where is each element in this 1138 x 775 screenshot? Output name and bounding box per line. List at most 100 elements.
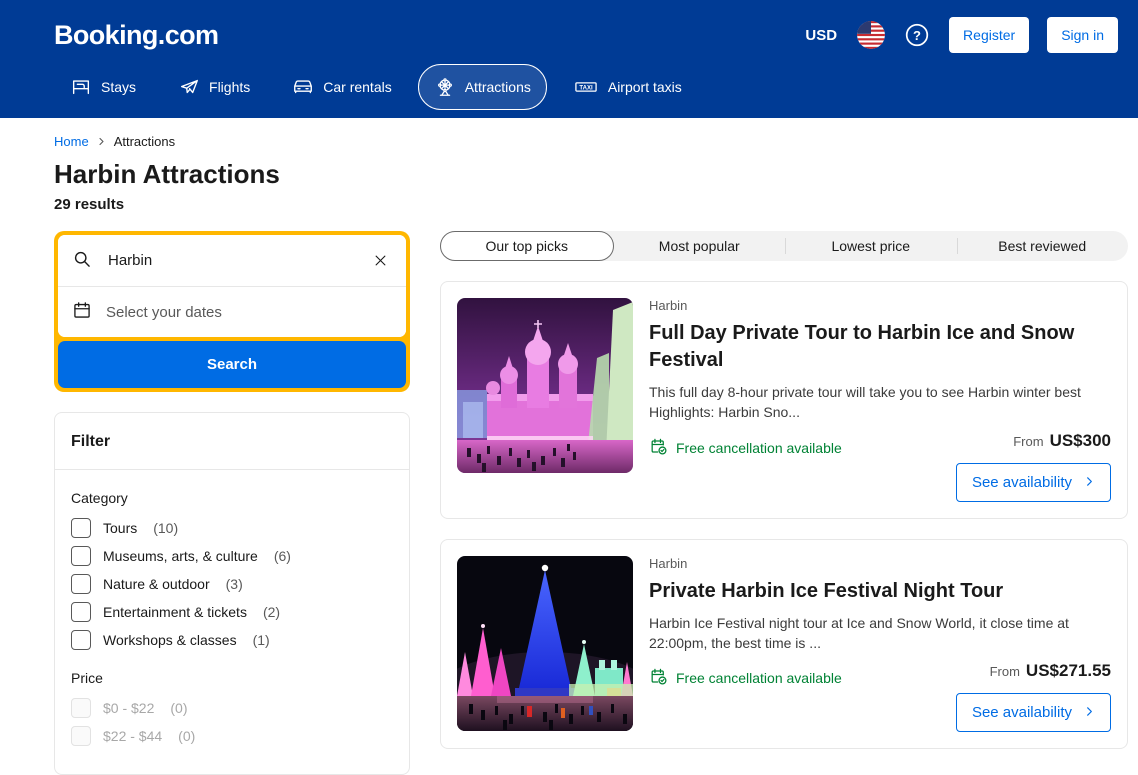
search-button[interactable]: Search	[58, 341, 406, 388]
checkbox[interactable]	[71, 518, 91, 538]
filter-option-label: Museums, arts, & culture	[103, 548, 258, 564]
language-flag-us-icon[interactable]	[857, 21, 885, 49]
card-description: Harbin Ice Festival night tour at Ice an…	[649, 613, 1111, 654]
nav-airport-taxis[interactable]: TAXI Airport taxis	[557, 64, 698, 110]
card-title-link[interactable]: Full Day Private Tour to Harbin Ice and …	[649, 320, 1111, 374]
price-from-label: From	[1013, 434, 1043, 449]
result-card: Harbin Full Day Private Tour to Harbin I…	[440, 281, 1128, 519]
checkbox[interactable]	[71, 574, 91, 594]
filter-option-count: (2)	[263, 604, 280, 620]
filter-option-price-0-22: $0 - $22 (0)	[71, 698, 393, 718]
chevron-right-icon	[1084, 474, 1095, 491]
bed-icon	[70, 76, 92, 98]
free-cancellation-badge: Free cancellation available	[649, 667, 842, 689]
checkbox	[71, 698, 91, 718]
see-availability-button[interactable]: See availability	[956, 693, 1111, 732]
filter-option-label: Entertainment & tickets	[103, 604, 247, 620]
page-title: Harbin Attractions	[54, 159, 1128, 190]
filter-title: Filter	[71, 433, 393, 451]
result-card: Harbin Private Harbin Ice Festival Night…	[440, 539, 1128, 750]
sort-tab-best-reviewed[interactable]: Best reviewed	[957, 231, 1129, 261]
results-count: 29 results	[54, 196, 1128, 213]
price-value: US$271.55	[1026, 661, 1111, 680]
filter-option-label: Workshops & classes	[103, 632, 237, 648]
attraction-photo-ice-castle[interactable]	[457, 298, 633, 473]
dates-placeholder: Select your dates	[106, 304, 222, 321]
filter-option-entertainment[interactable]: Entertainment & tickets (2)	[71, 602, 393, 622]
checkbox[interactable]	[71, 630, 91, 650]
divider	[55, 469, 409, 470]
card-location: Harbin	[649, 556, 1111, 571]
sort-tab-our-top-picks[interactable]: Our top picks	[440, 231, 614, 261]
see-availability-label: See availability	[972, 704, 1072, 721]
nav-car-rentals-label: Car rentals	[323, 79, 391, 95]
destination-input[interactable]	[106, 251, 355, 270]
sort-tab-bar: Our top picks Most popular Lowest price …	[440, 231, 1128, 261]
filter-option-price-22-44: $22 - $44 (0)	[71, 726, 393, 746]
free-cancellation-label: Free cancellation available	[676, 440, 842, 456]
chevron-right-icon	[97, 134, 106, 149]
nav-attractions-label: Attractions	[465, 79, 531, 95]
filter-option-count: (1)	[253, 632, 270, 648]
product-nav: Stays Flights Car rentals	[54, 64, 1118, 110]
booking-logo[interactable]: Booking.com	[54, 20, 218, 51]
taxi-icon: TAXI	[573, 76, 599, 98]
help-icon[interactable]: ?	[903, 21, 931, 49]
price-line: From US$271.55	[956, 661, 1111, 681]
question-mark-glyph: ?	[913, 28, 921, 43]
checkbox[interactable]	[71, 546, 91, 566]
free-cancellation-label: Free cancellation available	[676, 670, 842, 686]
sort-tab-most-popular[interactable]: Most popular	[614, 231, 786, 261]
nav-stays[interactable]: Stays	[54, 64, 152, 110]
filter-option-label: $0 - $22	[103, 700, 154, 716]
register-button[interactable]: Register	[949, 17, 1029, 53]
attraction-photo-ice-tower[interactable]	[457, 556, 633, 731]
breadcrumb-home-link[interactable]: Home	[54, 134, 89, 149]
filter-option-count: (6)	[274, 548, 291, 564]
card-title-link[interactable]: Private Harbin Ice Festival Night Tour	[649, 578, 1111, 605]
search-panel: Select your dates Search	[54, 231, 410, 392]
sort-tab-lowest-price[interactable]: Lowest price	[785, 231, 957, 261]
calendar-check-icon	[649, 667, 668, 689]
price-line: From US$300	[956, 431, 1111, 451]
nav-car-rentals[interactable]: Car rentals	[276, 64, 407, 110]
filter-option-count: (0)	[170, 700, 187, 716]
site-header: Booking.com USD	[0, 0, 1138, 118]
dates-field[interactable]: Select your dates	[58, 286, 406, 337]
filter-option-label: Nature & outdoor	[103, 576, 210, 592]
currency-selector[interactable]: USD	[803, 23, 839, 48]
search-icon	[72, 249, 92, 273]
filter-option-label: $22 - $44	[103, 728, 162, 744]
category-group-label: Category	[71, 490, 393, 506]
filter-option-nature[interactable]: Nature & outdoor (3)	[71, 574, 393, 594]
checkbox	[71, 726, 91, 746]
taxi-sign-text: TAXI	[579, 85, 593, 91]
card-location: Harbin	[649, 298, 1111, 313]
breadcrumb-current: Attractions	[114, 134, 175, 149]
see-availability-label: See availability	[972, 474, 1072, 491]
filter-panel: Filter Category Tours (10) Museums, arts…	[54, 412, 410, 775]
nav-flights-label: Flights	[209, 79, 250, 95]
filter-option-museums[interactable]: Museums, arts, & culture (6)	[71, 546, 393, 566]
signin-button[interactable]: Sign in	[1047, 17, 1118, 53]
price-value: US$300	[1050, 431, 1111, 450]
nav-flights[interactable]: Flights	[162, 64, 266, 110]
calendar-icon	[72, 300, 92, 324]
see-availability-button[interactable]: See availability	[956, 463, 1111, 502]
filter-option-count: (3)	[226, 576, 243, 592]
chevron-right-icon	[1084, 704, 1095, 721]
price-from-label: From	[990, 664, 1020, 679]
clear-search-icon[interactable]	[369, 249, 392, 272]
filter-option-count: (10)	[153, 520, 178, 536]
price-group-label: Price	[71, 670, 393, 686]
free-cancellation-badge: Free cancellation available	[649, 437, 842, 459]
filter-option-count: (0)	[178, 728, 195, 744]
plane-icon	[178, 76, 200, 98]
nav-attractions[interactable]: Attractions	[418, 64, 547, 110]
filter-option-label: Tours	[103, 520, 137, 536]
destination-field[interactable]	[58, 235, 406, 286]
car-icon	[292, 76, 314, 98]
checkbox[interactable]	[71, 602, 91, 622]
filter-option-workshops[interactable]: Workshops & classes (1)	[71, 630, 393, 650]
filter-option-tours[interactable]: Tours (10)	[71, 518, 393, 538]
